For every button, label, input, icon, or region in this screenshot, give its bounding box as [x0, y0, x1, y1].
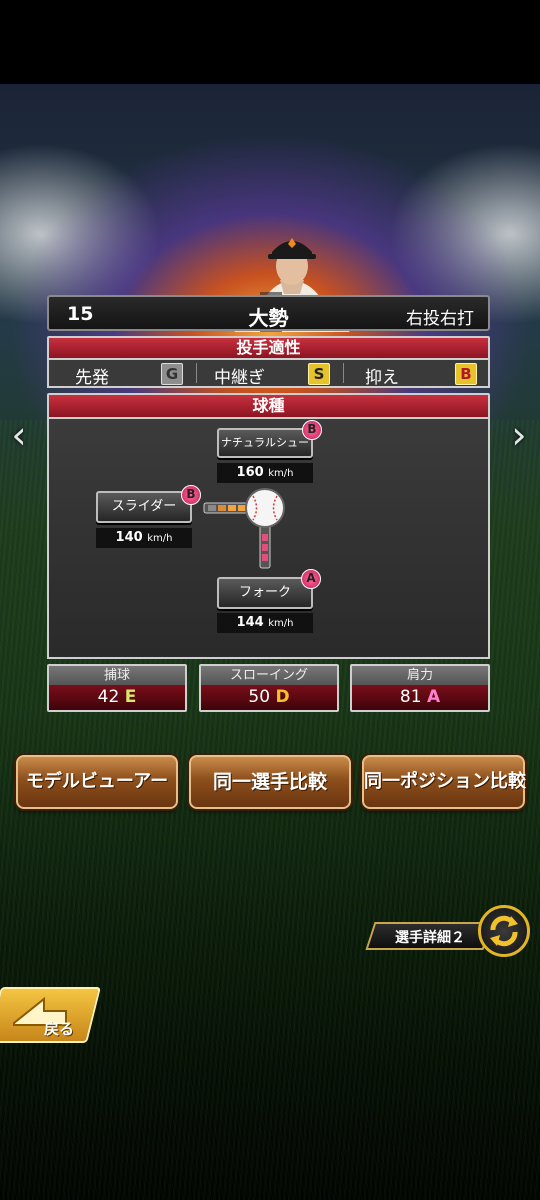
pitch-speed: 140 km/h: [96, 528, 192, 548]
pitch-rank-badge: B: [302, 420, 322, 440]
role-label: 中継ぎ: [214, 368, 265, 388]
fielding-label: 捕球: [49, 666, 185, 685]
role-rank-badge: G: [161, 363, 183, 385]
pitch-button-down[interactable]: フォーク: [217, 577, 313, 609]
fielding-catching: 捕球 42 E: [47, 664, 187, 712]
role-rank-badge: B: [455, 363, 477, 385]
aptitude-reliever: 中継ぎ S: [196, 360, 342, 388]
pitch-name: フォーク: [238, 585, 291, 600]
back-label: 戻る: [44, 1020, 75, 1038]
pitch-speed: 160 km/h: [217, 463, 313, 483]
speed-value: 160: [236, 465, 264, 480]
fielding-label: 肩力: [352, 666, 488, 685]
next-player-arrow-icon[interactable]: ›: [504, 415, 534, 455]
role-label: 先発: [75, 368, 109, 388]
fielding-rank: D: [275, 687, 290, 707]
same-player-compare-button[interactable]: 同一選手比較: [189, 755, 351, 809]
fielding-value: 81 A: [352, 685, 488, 710]
speed-value: 140: [115, 530, 143, 545]
same-position-compare-button[interactable]: 同一ポジション比較: [362, 755, 526, 809]
pitch-name: スライダー: [111, 499, 177, 514]
swap-arrows-icon: [490, 915, 518, 947]
fielding-number: 81: [399, 687, 422, 707]
aptitude-closer: 抑え B: [343, 360, 489, 388]
pitch-rank-badge: A: [301, 569, 321, 589]
prev-player-arrow-icon[interactable]: ‹: [4, 415, 34, 455]
fielding-value: 50 D: [201, 685, 337, 710]
model-viewer-button[interactable]: モデルビューアー: [16, 755, 178, 809]
fielding-rank: E: [124, 687, 137, 707]
pitch-speed: 144 km/h: [217, 613, 313, 633]
role-label: 抑え: [365, 368, 399, 388]
fielding-label: スローイング: [201, 666, 337, 685]
fielding-number: 50: [248, 687, 271, 707]
player-detail-label: 選手詳細２: [395, 930, 465, 946]
fielding-arm: 肩力 81 A: [350, 664, 490, 712]
aptitude-row: 先発 G 中継ぎ S 抑え B: [47, 360, 490, 388]
speed-unit: km/h: [147, 533, 173, 544]
fielding-value: 42 E: [49, 685, 185, 710]
pitch-button-left[interactable]: スライダー: [96, 491, 192, 523]
player-name-bar: 15 大勢 右投右打: [47, 295, 490, 331]
fielding-number: 42: [97, 687, 120, 707]
status-bar-area: [0, 0, 540, 84]
speed-unit: km/h: [268, 468, 294, 479]
fielding-rank: A: [426, 687, 441, 707]
aptitude-starter: 先発 G: [49, 360, 195, 388]
pitch-types-header: 球種: [47, 393, 490, 419]
fielding-throwing: スローイング 50 D: [199, 664, 339, 712]
role-rank-badge: S: [308, 363, 330, 385]
speed-value: 144: [236, 615, 264, 630]
speed-unit: km/h: [268, 618, 294, 629]
pitch-rank-badge: B: [181, 485, 201, 505]
pitch-direction-diagram: [203, 488, 285, 569]
swap-icon[interactable]: [478, 905, 530, 957]
pitch-button-up[interactable]: ナチュラルシュート: [217, 428, 313, 475]
aptitude-header: 投手適性: [47, 336, 490, 360]
handedness: 右投右打: [406, 309, 474, 329]
